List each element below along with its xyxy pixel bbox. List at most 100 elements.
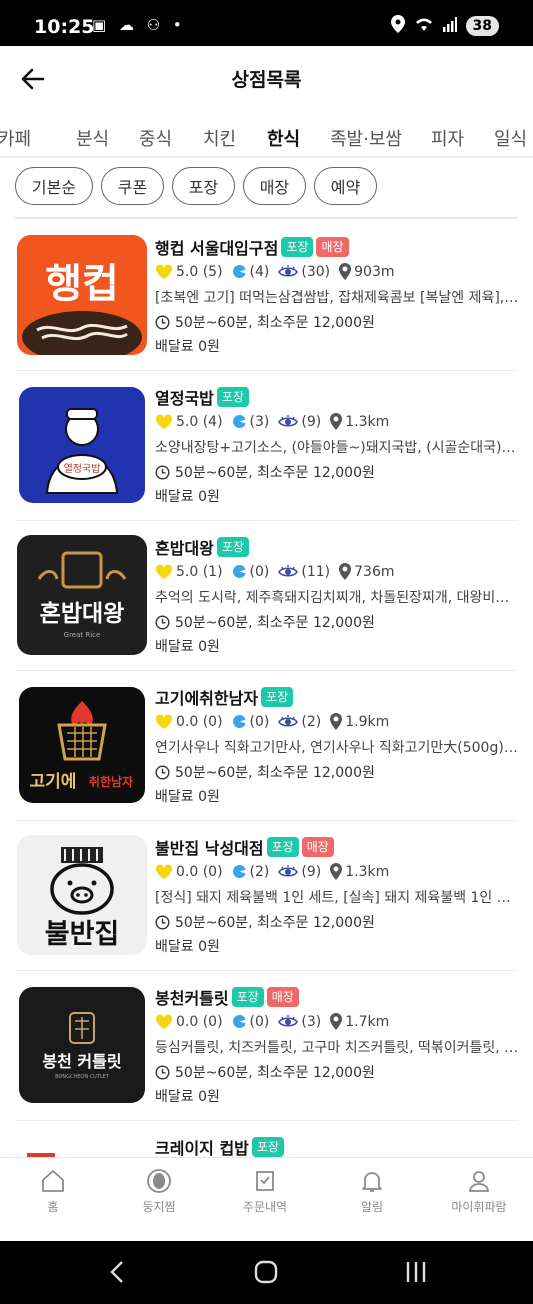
store-delivery-time: 50분~60분, 최소주문 12,000원 xyxy=(175,615,375,631)
store-coupons: (4) xyxy=(249,263,270,280)
location-pin-icon xyxy=(330,713,343,730)
location-icon xyxy=(390,15,405,37)
location-pin-icon xyxy=(339,263,352,280)
dine-in-badge: 매장 xyxy=(316,237,349,257)
store-menu-summary: [정식] 돼지 제육불백 1인 세트, [실속] 돼지 제육불백 1인 세트 xyxy=(155,890,520,906)
system-back-button[interactable] xyxy=(106,1259,128,1289)
store-name: 봉천커틀릿 xyxy=(155,989,229,1008)
store-name: 고기에취한남자 xyxy=(155,689,259,708)
nav-nest[interactable]: 둥지찜 xyxy=(106,1168,212,1215)
logo-subtext: 취한남자 xyxy=(89,774,133,789)
store-delivery-time: 50분~60분, 최소주문 12,000원 xyxy=(175,465,375,481)
eye-icon xyxy=(278,264,299,277)
store-name-row: 열정국밥 포장 xyxy=(155,385,249,409)
takeout-badge: 포장 xyxy=(251,1137,284,1157)
store-name-row: 행컵 서울대입구점 포장 매장 xyxy=(155,235,349,259)
tab-category-7[interactable]: 일식 xyxy=(494,125,527,151)
coupon-icon xyxy=(232,1015,246,1028)
takeout-badge: 포장 xyxy=(231,987,264,1007)
heart-icon xyxy=(155,263,173,279)
heart-icon xyxy=(155,863,173,879)
nav-my-page[interactable]: 마이휘파람 xyxy=(426,1168,532,1215)
system-recents-button[interactable] xyxy=(404,1259,428,1289)
nav-order-history-label: 주문내역 xyxy=(242,1200,288,1214)
eye-icon xyxy=(278,864,299,877)
clock-icon xyxy=(155,614,170,630)
store-logo: 고기에 취한남자 xyxy=(17,685,147,805)
store-rating: 5.0 (1) xyxy=(176,563,223,580)
nav-notifications[interactable]: 알림 xyxy=(319,1168,425,1215)
tab-category-2[interactable]: 중식 xyxy=(139,125,172,151)
status-notification-icons: ▣ ☁ ⚇ • xyxy=(92,16,186,34)
coupon-icon xyxy=(232,865,246,878)
chip-takeout[interactable]: 포장 xyxy=(172,167,235,205)
store-stats: 0.0 (0) (2) (9) 1.3km xyxy=(155,863,389,880)
order-history-icon xyxy=(256,1171,274,1191)
store-item[interactable]: 열정국밥 열정국밥 포장 5.0 (4) (3) (9) 1.3km 소양내장탕… xyxy=(0,371,533,521)
store-delivery-info: 50분~60분, 최소주문 12,000원 xyxy=(155,462,375,482)
store-views: (2) xyxy=(301,713,322,730)
chip-reservation[interactable]: 예약 xyxy=(314,167,377,205)
logo-text: 불반집 xyxy=(45,919,120,950)
store-delivery-fee: 배달료 0원 xyxy=(155,639,220,655)
store-item[interactable]: 불반집 불반집 낙성대점 포장 매장 0.0 (0) (2) (9) 1.3km… xyxy=(0,821,533,971)
logo-text: 행컵 xyxy=(45,261,119,307)
store-distance: 903m xyxy=(354,263,395,280)
store-delivery-info: 50분~60분, 최소주문 12,000원 xyxy=(155,1062,375,1082)
divider xyxy=(15,217,518,219)
store-item[interactable]: 봉천 커틀릿 BONGCHEON CUTLET 봉천커틀릿 포장 매장 0.0 … xyxy=(0,971,533,1121)
status-time: 10:25 xyxy=(34,16,95,38)
heart-icon xyxy=(155,713,173,729)
bell-icon xyxy=(362,1172,382,1192)
store-delivery-time: 50분~60분, 최소주문 12,000원 xyxy=(175,765,375,781)
status-bar: 10:25 ▣ ☁ ⚇ • 38 xyxy=(0,0,533,46)
nest-icon xyxy=(147,1169,171,1193)
store-name-row: 고기에취한남자 포장 xyxy=(155,685,294,709)
store-delivery-fee: 배달료 0원 xyxy=(155,789,220,805)
store-stats: 5.0 (4) (3) (9) 1.3km xyxy=(155,413,389,430)
store-item[interactable]: 고기에 취한남자 고기에취한남자 포장 0.0 (0) (0) (2) 1.9k… xyxy=(0,671,533,821)
logo-subtext: Great Rice xyxy=(64,631,101,639)
store-delivery-fee: 배달료 0원 xyxy=(155,339,220,355)
store-item[interactable]: 혼밥대왕 Great Rice 혼밥대왕 포장 5.0 (1) (0) (11)… xyxy=(0,521,533,671)
store-views: (3) xyxy=(301,1013,322,1030)
nav-notifications-label: 알림 xyxy=(360,1200,384,1214)
system-home-button[interactable] xyxy=(253,1259,279,1289)
eye-icon xyxy=(278,714,299,727)
dine-in-badge: 매장 xyxy=(266,987,299,1007)
store-menu-summary: [초복엔 고기] 떠먹는삼겹쌈밥, 잡채제육콤보 [복날엔 제육], 불닭마요덮… xyxy=(155,290,520,306)
store-delivery-time: 50분~60분, 최소주문 12,000원 xyxy=(175,315,375,331)
store-name: 혼밥대왕 xyxy=(155,539,214,558)
store-rating: 5.0 (4) xyxy=(176,413,223,430)
tab-category-1[interactable]: 분식 xyxy=(76,125,109,151)
nav-order-history[interactable]: 주문내역 xyxy=(212,1168,318,1215)
nav-home-label: 홈 xyxy=(47,1200,59,1214)
chip-coupon[interactable]: 쿠폰 xyxy=(101,167,164,205)
tab-category-5[interactable]: 족발·보쌈 xyxy=(330,125,402,151)
store-item[interactable]: 행컵 행컵 서울대입구점 포장 매장 5.0 (5) (4) (30) 903m… xyxy=(0,221,533,371)
app-header: 상점목록 xyxy=(0,46,533,112)
chip-dine-in[interactable]: 매장 xyxy=(243,167,306,205)
store-coupons: (2) xyxy=(249,863,270,880)
store-views: (11) xyxy=(301,563,331,580)
coupon-icon xyxy=(232,414,246,428)
tab-category-0[interactable]: 카페 xyxy=(0,125,31,151)
store-stats: 0.0 (0) (0) (2) 1.9km xyxy=(155,713,389,730)
store-menu-summary: 소양내장탕+고기소스, (야들야들~)돼지국밥, (시골순대국)순대국밥 xyxy=(155,440,520,456)
coupon-icon xyxy=(232,264,246,278)
page-title: 상점목록 xyxy=(231,69,302,91)
eye-icon xyxy=(278,1014,299,1027)
tab-category-4[interactable]: 한식 xyxy=(267,125,300,151)
nav-home[interactable]: 홈 xyxy=(0,1168,106,1215)
store-delivery-fee: 배달료 0원 xyxy=(155,489,220,505)
logo-subtext: BONGCHEON CUTLET xyxy=(55,1074,110,1080)
takeout-badge: 포장 xyxy=(216,387,249,407)
heart-icon xyxy=(155,563,173,579)
nav-nest-label: 둥지찜 xyxy=(142,1200,176,1214)
status-right-icons: 38 xyxy=(390,15,499,37)
eye-icon xyxy=(278,414,299,427)
store-views: (9) xyxy=(301,413,322,430)
tab-category-3[interactable]: 치킨 xyxy=(203,125,236,151)
chip-default-sort[interactable]: 기본순 xyxy=(15,167,93,205)
tab-category-6[interactable]: 피자 xyxy=(431,125,464,151)
